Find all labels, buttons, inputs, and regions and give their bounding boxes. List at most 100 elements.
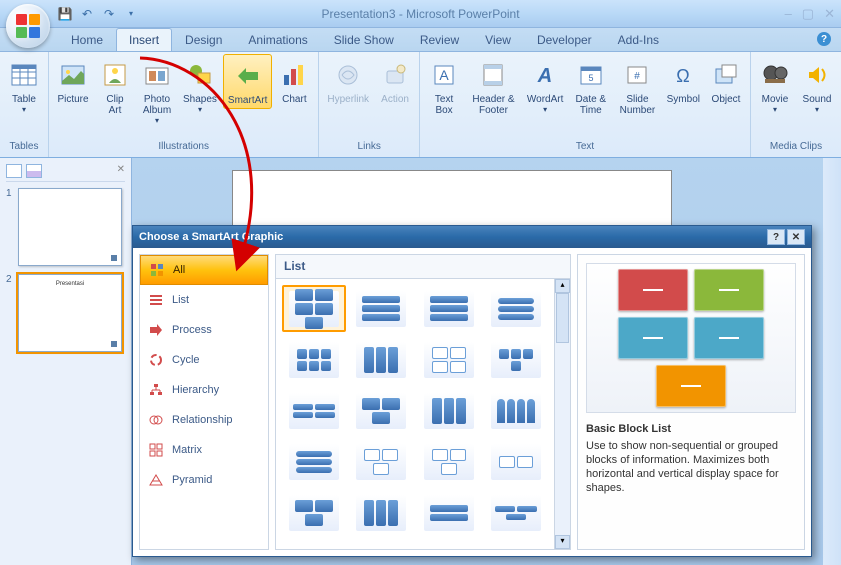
tab-addins[interactable]: Add-Ins [605,28,672,51]
qat-customize-icon[interactable]: ▾ [124,7,138,21]
gallery-item[interactable] [417,336,481,383]
table-icon [8,59,40,91]
category-list[interactable]: List [140,285,268,315]
relationship-icon [148,412,164,428]
vertical-scrollbar[interactable] [823,158,841,565]
gallery-item[interactable] [282,489,346,536]
category-relationship[interactable]: Relationship [140,405,268,435]
symbol-button[interactable]: Ω Symbol [663,54,704,107]
redo-icon[interactable]: ↷ [102,7,116,21]
gallery: List [275,254,571,550]
undo-icon[interactable]: ↶ [80,7,94,21]
gallery-item[interactable] [350,438,414,485]
gallery-item[interactable] [485,438,549,485]
chart-button[interactable]: Chart [274,54,314,107]
minimize-button[interactable]: – [785,6,792,22]
category-cycle[interactable]: Cycle [140,345,268,375]
sound-button[interactable]: Sound ▾ [797,54,837,116]
preview-pane: Basic Block List Use to show non-sequent… [577,254,805,550]
slide-panel: ✕ 1 2 Presentasi [0,158,132,565]
gallery-item[interactable] [282,387,346,434]
preview-title: Basic Block List [586,423,796,435]
all-icon [149,262,165,278]
dialog-close-button[interactable]: ✕ [787,229,805,245]
table-button[interactable]: Table ▾ [4,54,44,116]
picture-button[interactable]: Picture [53,54,93,107]
tab-home[interactable]: Home [58,28,116,51]
clipart-icon [99,59,131,91]
dialog-help-button[interactable]: ? [767,229,785,245]
tab-design[interactable]: Design [172,28,235,51]
gallery-scrollbar[interactable]: ▴ ▾ [554,279,570,549]
category-hierarchy[interactable]: Hierarchy [140,375,268,405]
tab-developer[interactable]: Developer [524,28,605,51]
shapes-button[interactable]: Shapes ▾ [179,54,221,116]
gallery-item[interactable] [282,438,346,485]
slide-thumbnail-2[interactable]: 2 Presentasi [6,274,125,352]
outline-tab-icon[interactable] [26,164,42,178]
gallery-item[interactable] [282,336,346,383]
scroll-up-icon[interactable]: ▴ [555,279,570,293]
tab-slideshow[interactable]: Slide Show [321,28,407,51]
slides-tab-icon[interactable] [6,164,22,178]
tab-animations[interactable]: Animations [235,28,320,51]
gallery-item[interactable] [485,387,549,434]
group-label-illustrations: Illustrations [53,141,314,157]
slide-canvas[interactable] [232,170,672,230]
gallery-item[interactable] [282,285,346,332]
headerfooter-button[interactable]: Header & Footer [466,54,521,118]
object-button[interactable]: Object [706,54,746,107]
gallery-item[interactable] [417,438,481,485]
office-button[interactable] [6,4,50,48]
gallery-item[interactable] [350,489,414,536]
gallery-item[interactable] [350,336,414,383]
movie-button[interactable]: Movie ▾ [755,54,795,116]
gallery-item[interactable] [485,285,549,332]
photoalbum-icon [141,59,173,91]
clipart-button[interactable]: Clip Art [95,54,135,118]
panel-close-icon[interactable]: ✕ [117,164,125,181]
quick-access-toolbar: 💾 ↶ ↷ ▾ [58,7,138,21]
category-all[interactable]: All [140,255,268,285]
dialog-titlebar[interactable]: Choose a SmartArt Graphic ? ✕ [133,226,811,248]
chevron-down-icon: ▾ [815,105,819,114]
photoalbum-button[interactable]: Photo Album ▾ [137,54,177,127]
gallery-item[interactable] [350,387,414,434]
svg-text:A: A [537,65,552,87]
textbox-button[interactable]: A Text Box [424,54,464,118]
movie-icon [759,59,791,91]
symbol-icon: Ω [667,59,699,91]
smartart-dialog: Choose a SmartArt Graphic ? ✕ All List P… [132,225,812,557]
maximize-button[interactable]: ▢ [802,6,814,22]
close-button[interactable]: ✕ [824,6,835,22]
action-button[interactable]: Action [375,54,415,107]
gallery-item[interactable] [417,489,481,536]
tab-view[interactable]: View [472,28,524,51]
category-pyramid[interactable]: Pyramid [140,465,268,495]
gallery-item[interactable] [417,285,481,332]
save-icon[interactable]: 💾 [58,7,72,21]
category-matrix[interactable]: Matrix [140,435,268,465]
slidenumber-button[interactable]: # Slide Number [614,54,660,118]
svg-text:5: 5 [588,73,593,83]
group-label-text: Text [424,141,746,157]
category-process[interactable]: Process [140,315,268,345]
datetime-button[interactable]: 5 Date & Time [569,54,612,118]
smartart-button[interactable]: SmartArt [223,54,272,109]
chevron-down-icon: ▾ [773,105,777,114]
gallery-item[interactable] [417,387,481,434]
gallery-item[interactable] [485,489,549,536]
tab-review[interactable]: Review [407,28,472,51]
gallery-item[interactable] [350,285,414,332]
gallery-item[interactable] [485,336,549,383]
list-icon [148,292,164,308]
tab-insert[interactable]: Insert [116,28,172,51]
slidenumber-icon: # [621,59,653,91]
scroll-thumb[interactable] [556,293,569,343]
hyperlink-button[interactable]: Hyperlink [323,54,373,107]
group-media: Movie ▾ Sound ▾ Media Clips [751,52,841,157]
wordart-button[interactable]: A WordArt ▾ [523,54,568,116]
slide-thumbnail-1[interactable]: 1 [6,188,125,266]
help-icon[interactable]: ? [817,32,831,46]
scroll-down-icon[interactable]: ▾ [555,535,570,549]
